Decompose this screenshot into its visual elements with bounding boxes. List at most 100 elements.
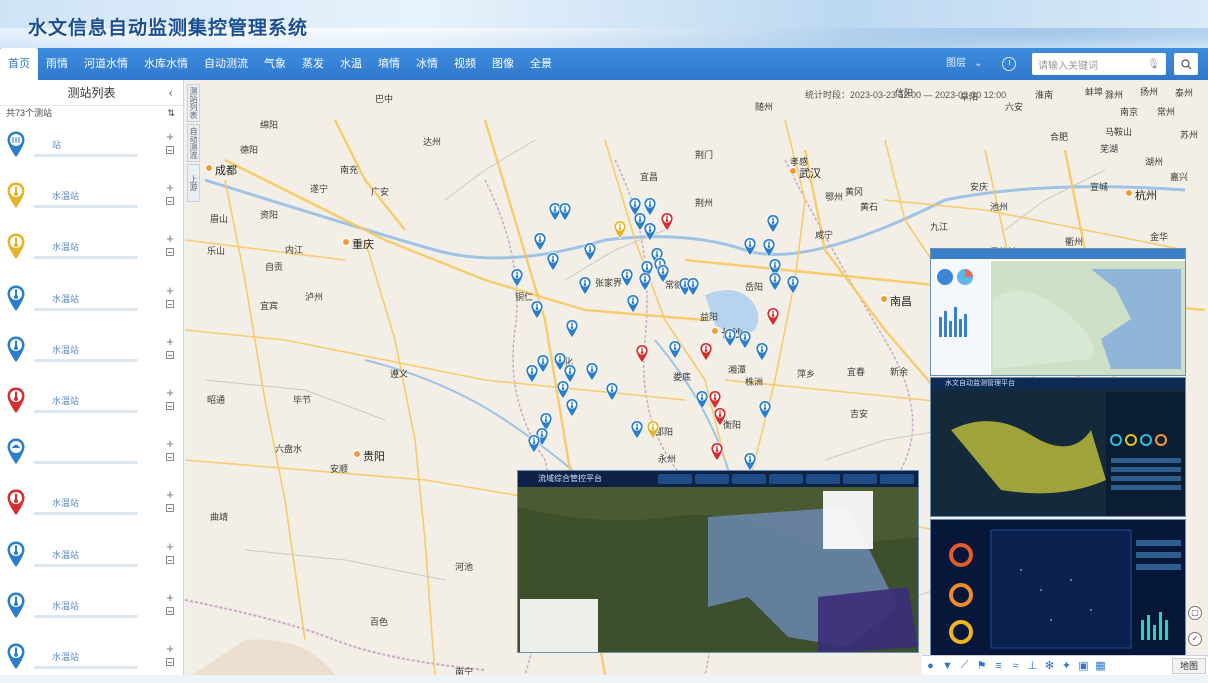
nav-tab[interactable]: 首页 (0, 48, 38, 80)
nav-tab[interactable]: 图像 (484, 48, 522, 80)
station-map-pin[interactable] (530, 300, 544, 320)
station-map-pin[interactable] (695, 390, 709, 410)
tools-icon[interactable]: ✦ (1058, 656, 1075, 676)
station-map-pin[interactable] (638, 272, 652, 292)
station-list-item[interactable]: 水温站 + (0, 274, 183, 325)
grid-icon[interactable]: ▦ (1092, 656, 1109, 676)
add-icon[interactable]: + (166, 386, 174, 399)
nav-tab[interactable]: 冰情 (408, 48, 446, 80)
station-map-pin[interactable] (578, 276, 592, 296)
search-button[interactable] (1174, 53, 1198, 75)
station-map-pin[interactable] (755, 342, 769, 362)
add-icon[interactable]: + (166, 642, 174, 655)
station-list-item[interactable]: 水温站 + (0, 325, 183, 376)
add-icon[interactable]: + (166, 488, 174, 501)
station-map-pin[interactable] (656, 264, 670, 284)
nav-tab[interactable]: 雨情 (38, 48, 76, 80)
station-list-item[interactable]: 水温站 + (0, 171, 183, 222)
layer-select[interactable]: 图层 ⌄ (946, 53, 988, 75)
microphone-icon[interactable]: 🎙 (1147, 59, 1160, 70)
station-list-item[interactable]: 水温站 + (0, 222, 183, 273)
station-map-pin[interactable] (556, 380, 570, 400)
station-map-pin[interactable] (525, 364, 539, 384)
nav-tab[interactable]: 墒情 (370, 48, 408, 80)
minus-square-icon[interactable] (166, 197, 174, 206)
add-icon[interactable]: + (166, 335, 174, 348)
station-list-item[interactable]: 水温站 + (0, 632, 183, 683)
station-map-pin[interactable] (620, 268, 634, 288)
side-tab[interactable]: 自动测流 (187, 124, 200, 162)
station-map-pin[interactable] (565, 398, 579, 418)
flag-icon[interactable]: ⚑ (973, 656, 990, 676)
station-list-item[interactable]: 水温站 + (0, 530, 183, 581)
nav-tab[interactable]: 自动测流 (196, 48, 256, 80)
station-map-pin[interactable] (546, 252, 560, 272)
minus-square-icon[interactable] (166, 299, 174, 308)
station-list-item[interactable]: 水温站 + (0, 581, 183, 632)
nav-tab[interactable]: 蒸发 (294, 48, 332, 80)
station-map-pin[interactable] (613, 220, 627, 240)
layers-icon[interactable]: ≡ (990, 656, 1007, 676)
station-map-pin[interactable] (723, 328, 737, 348)
nav-tab[interactable]: 水库水情 (136, 48, 196, 80)
add-icon[interactable]: + (166, 591, 174, 604)
station-list-item[interactable]: 水温站 + (0, 376, 183, 427)
station-map-pin[interactable] (686, 277, 700, 297)
station-map-pin[interactable] (668, 340, 682, 360)
add-icon[interactable]: + (166, 232, 174, 245)
nav-tab[interactable]: 气象 (256, 48, 294, 80)
collapse-icon[interactable]: ‹ (168, 80, 173, 106)
station-map-pin[interactable] (558, 202, 572, 222)
station-map-pin[interactable] (605, 382, 619, 402)
station-map-pin[interactable] (527, 434, 541, 454)
station-map-pin[interactable] (510, 268, 524, 288)
dashboard-screenshot-1[interactable] (930, 248, 1186, 376)
location-icon[interactable]: ● (922, 656, 939, 676)
station-map-pin[interactable] (762, 238, 776, 258)
station-map-pin[interactable] (585, 362, 599, 382)
minus-square-icon[interactable] (166, 555, 174, 564)
add-icon[interactable]: + (166, 284, 174, 297)
station-map-pin[interactable] (635, 344, 649, 364)
station-map-pin[interactable] (758, 400, 772, 420)
confirm-icon[interactable]: ✓ (1188, 632, 1202, 646)
minus-square-icon[interactable] (166, 146, 174, 154)
dashboard-screenshot-4[interactable]: 流域综合管控平台 (517, 470, 919, 653)
dashboard-screenshot-3[interactable] (930, 519, 1186, 657)
minus-square-icon[interactable] (166, 248, 174, 257)
station-list-item[interactable]: 水温站 + (0, 478, 183, 529)
station-list-item[interactable]: + (0, 427, 183, 478)
station-list-item[interactable]: 站 + (0, 120, 183, 171)
station-map-pin[interactable] (713, 407, 727, 427)
station-map-pin[interactable] (786, 275, 800, 295)
side-tab[interactable]: 上游 (187, 164, 200, 202)
fullscreen-icon[interactable]: ▢ (1188, 606, 1202, 620)
station-map-pin[interactable] (710, 442, 724, 462)
minus-square-icon[interactable] (166, 606, 174, 615)
nav-tab[interactable]: 视频 (446, 48, 484, 80)
station-map-pin[interactable] (766, 307, 780, 327)
minus-square-icon[interactable] (166, 657, 174, 666)
station-map-pin[interactable] (738, 330, 752, 350)
pin-icon[interactable]: ▼ (939, 656, 956, 676)
sort-icon[interactable]: ⇅ (167, 106, 175, 120)
station-map-pin[interactable] (699, 342, 713, 362)
minus-square-icon[interactable] (166, 401, 174, 410)
nav-tab[interactable]: 河道水情 (76, 48, 136, 80)
add-icon[interactable]: + (166, 181, 174, 194)
add-icon[interactable]: + (166, 130, 174, 143)
station-map-pin[interactable] (646, 420, 660, 440)
add-icon[interactable]: + (166, 437, 174, 450)
station-map-pin[interactable] (583, 242, 597, 262)
station-map-pin[interactable] (565, 319, 579, 339)
station-map-pin[interactable] (768, 272, 782, 292)
clock-icon[interactable] (1002, 57, 1016, 71)
side-tab[interactable]: 测站列表 (187, 84, 200, 122)
ruler-icon[interactable]: ⟋ (956, 656, 973, 676)
dashboard-screenshot-2[interactable]: 水文自动监测管理平台 (930, 377, 1186, 517)
snow-icon[interactable]: ✻ (1041, 656, 1058, 676)
wave-icon[interactable]: ≈ (1007, 656, 1024, 676)
station-map-pin[interactable] (626, 294, 640, 314)
station-map-pin[interactable] (533, 232, 547, 252)
station-map-pin[interactable] (743, 452, 757, 472)
